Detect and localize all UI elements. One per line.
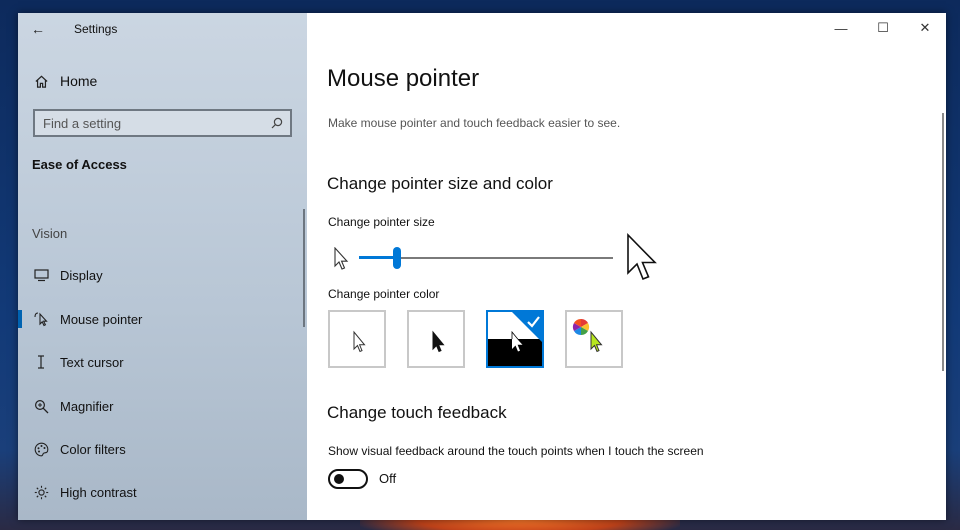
pointer-color-inverted-option[interactable]: [486, 310, 544, 368]
sidebar-item-label: Color filters: [60, 441, 126, 457]
search-box[interactable]: [33, 109, 292, 137]
pointer-size-slider-row: [329, 233, 669, 285]
content-scrollbar[interactable]: [942, 113, 944, 371]
minimize-icon: —: [834, 20, 848, 36]
sun-icon: [32, 483, 50, 501]
sidebar-item-high-contrast[interactable]: High contrast: [18, 474, 303, 510]
sidebar: ← Settings Home Ease of Access Vision Di…: [18, 13, 307, 520]
close-icon: ✕: [919, 20, 931, 35]
color-palette-icon: [32, 440, 50, 458]
close-button[interactable]: ✕: [904, 13, 946, 43]
sidebar-item-label: Text cursor: [60, 354, 124, 370]
home-icon: [32, 74, 50, 89]
sidebar-item-magnifier[interactable]: Magnifier: [18, 388, 303, 424]
arrow-left-icon: ←: [31, 21, 45, 37]
home-nav-item[interactable]: Home: [32, 69, 97, 93]
toggle-knob: [334, 474, 344, 484]
maximize-icon: ☐: [877, 20, 889, 35]
pointer-color-label: Change pointer color: [328, 287, 440, 301]
home-label: Home: [60, 73, 98, 89]
section-title: Ease of Access: [32, 157, 127, 172]
pointer-size-label: Change pointer size: [328, 215, 435, 229]
maximize-button[interactable]: ☐: [862, 13, 904, 43]
magnifier-icon: [32, 397, 50, 415]
sidebar-scrollbar[interactable]: [303, 209, 305, 327]
color-wheel-pointer-icon: [572, 318, 603, 353]
inverted-pointer-icon: [488, 312, 542, 366]
monitor-icon: [32, 266, 50, 284]
settings-window: ← Settings Home Ease of Access Vision Di…: [18, 13, 946, 520]
minimize-button[interactable]: —: [820, 13, 862, 43]
sidebar-item-label: Display: [60, 267, 103, 283]
search-input[interactable]: [43, 115, 264, 131]
sidebar-item-label: Mouse pointer: [60, 311, 143, 327]
touch-feedback-description: Show visual feedback around the touch po…: [328, 444, 704, 458]
touch-feedback-toggle[interactable]: [328, 469, 368, 489]
pointer-color-white-option[interactable]: [328, 310, 386, 368]
section-heading-touch-feedback: Change touch feedback: [327, 403, 507, 422]
back-button[interactable]: ←: [18, 13, 58, 45]
large-pointer-icon: [625, 233, 661, 288]
pointer-color-custom-option[interactable]: [565, 310, 623, 368]
content-pane: — ☐ ✕ Mouse pointer Make mouse pointer a…: [307, 13, 946, 520]
window-controls: — ☐ ✕: [820, 13, 946, 43]
pointer-size-slider-thumb[interactable]: [393, 247, 402, 269]
small-pointer-icon: [333, 246, 351, 276]
sidebar-item-mouse-pointer[interactable]: Mouse pointer: [18, 301, 303, 337]
group-label-vision: Vision: [32, 226, 68, 241]
sidebar-item-text-cursor[interactable]: Text cursor: [18, 344, 303, 380]
app-title: Settings: [74, 22, 118, 36]
page-title: Mouse pointer: [327, 65, 480, 92]
sidebar-item-label: Magnifier: [60, 398, 114, 414]
section-heading-size-color: Change pointer size and color: [327, 174, 553, 193]
title-bar: ← Settings: [18, 13, 307, 45]
search-icon[interactable]: [264, 117, 290, 129]
pointer-color-black-option[interactable]: [407, 310, 465, 368]
pointer-size-slider-fill: [359, 256, 398, 259]
touch-feedback-toggle-state: Off: [379, 471, 397, 486]
text-cursor-icon: [32, 353, 50, 371]
white-pointer-icon: [353, 330, 366, 353]
sidebar-item-color-filters[interactable]: Color filters: [18, 431, 303, 467]
mouse-pointer-icon: [32, 310, 50, 328]
page-description: Make mouse pointer and touch feedback ea…: [328, 116, 621, 130]
black-pointer-icon: [432, 330, 445, 353]
sidebar-item-label: High contrast: [60, 484, 137, 500]
sidebar-item-display[interactable]: Display: [18, 257, 303, 293]
